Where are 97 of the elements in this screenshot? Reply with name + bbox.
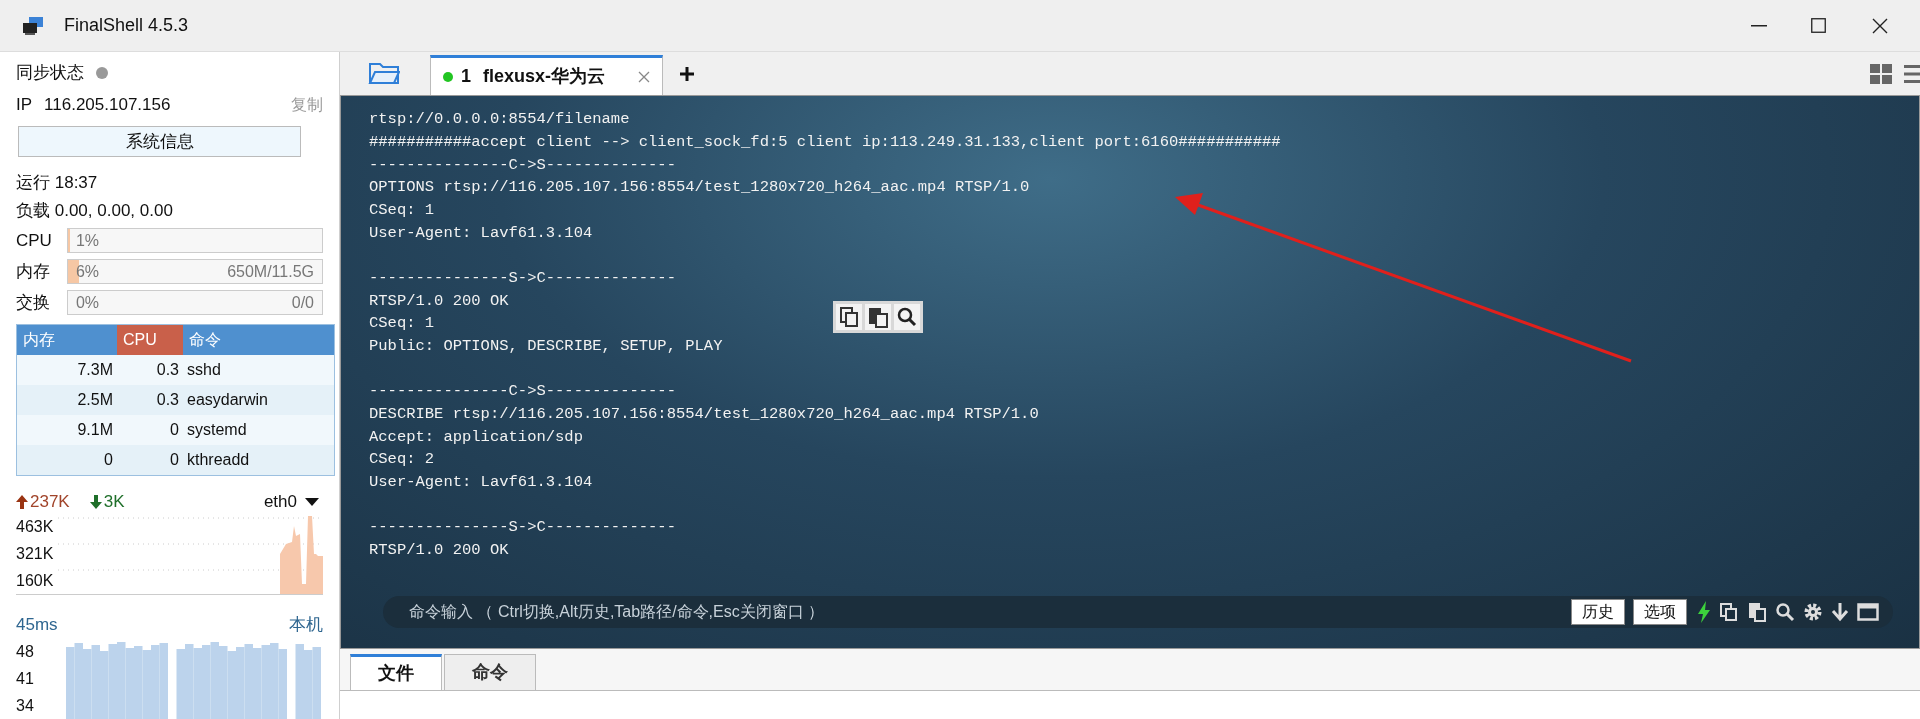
tab-number: 1 (461, 65, 471, 88)
tab-title: flexusx-华为云 (483, 65, 606, 88)
paste-icon[interactable] (1747, 602, 1767, 622)
table-cell-text: easydarwin (186, 390, 269, 410)
paste-icon[interactable] (865, 304, 891, 330)
terminal-line: ---------------S->C-------------- (369, 267, 676, 289)
latency-bar (142, 650, 151, 719)
table-cell-text: 0 (169, 450, 180, 470)
axis-label: 41 (16, 670, 35, 688)
ip-label: IP (16, 94, 33, 117)
terminal-line: ###########accept client --> client_sock_fd:5 client ip:113.249.31.133,client port:6160########### (369, 131, 1281, 153)
terminal-line: ---------------C->S-------------- (369, 380, 676, 402)
caret-icon (305, 498, 319, 506)
meter-label: 内存 (16, 260, 51, 283)
meter-label: CPU (16, 229, 53, 252)
load-average-text: 负载 0.00, 0.00, 0.00 (16, 200, 174, 222)
app-icon (22, 15, 44, 36)
system-info-button[interactable]: 系统信息 (18, 125, 301, 157)
maximize-icon[interactable] (1811, 18, 1826, 33)
axis-label: 463K (16, 518, 55, 537)
table-cell-text: 0.3 (155, 360, 180, 380)
latency-bar (312, 647, 321, 719)
terminal-line: CSeq: 1 (369, 313, 435, 335)
terminal-line: CSeq: 1 (369, 200, 435, 222)
axis-label: 34 (16, 696, 35, 715)
latency-bar (83, 649, 92, 719)
command-input[interactable]: 命令输入 （ Ctrl切换,Alt历史,Tab路径/命令,Esc关闭窗口 ） (409, 600, 825, 624)
latency-bar (66, 647, 75, 719)
upload-arrow-icon (16, 495, 28, 509)
latency-bar (125, 648, 134, 719)
download-arrow-icon (89, 495, 102, 509)
table-cell-text: kthreadd (186, 450, 251, 470)
session-tab[interactable]: 1 flexusx-华为云 (430, 55, 663, 95)
table-cell-text: 7.3M (76, 360, 114, 380)
column-header[interactable]: CPU (117, 325, 183, 355)
grid-view-icon[interactable] (1870, 64, 1892, 84)
terminal-line: User-Agent: Lavf61.3.104 (369, 223, 593, 244)
upload-rate: 237K (30, 491, 70, 514)
search-icon[interactable] (894, 304, 920, 330)
latency-bar (227, 651, 236, 719)
panel-tab[interactable]: 文件 (350, 654, 442, 690)
down-arrow-icon[interactable] (1831, 602, 1849, 622)
table-cell-text: sshd (186, 360, 222, 380)
terminal-line: CSeq: 2 (369, 449, 435, 471)
latency-bar (304, 650, 313, 719)
folder-icon[interactable] (368, 61, 400, 85)
panel-tab[interactable]: 命令 (444, 654, 536, 690)
window-title: FinalShell 4.5.3 (64, 14, 189, 37)
table-cell-text: 0.3 (155, 390, 180, 410)
meter-label: 交换 (16, 291, 51, 314)
ip-address: 116.205.107.156 (44, 94, 171, 117)
terminal-line: Public: OPTIONS, DESCRIBE, SETUP, PLAY (369, 336, 723, 358)
terminal-line: ---------------S->C-------------- (369, 516, 676, 538)
latency-bar (236, 647, 245, 719)
minimize-icon[interactable] (1751, 24, 1767, 27)
axis-label: 48 (16, 643, 35, 662)
terminal-line: rtsp://0.0.0.0:8554/filename (369, 109, 630, 130)
lightning-icon[interactable] (1697, 601, 1711, 623)
table-cell-text: 9.1M (76, 420, 114, 440)
sync-status-label: 同步状态 (16, 62, 84, 85)
terminal-line: OPTIONS rtsp://116.205.107.156:8554/test_1280x720_h264_aac.mp4 RTSP/1.0 (369, 177, 1030, 199)
terminal-line: Accept: application/sdp (369, 426, 583, 448)
copy-icon[interactable] (1719, 602, 1739, 622)
terminal-line: ---------------C->S-------------- (369, 154, 676, 176)
meter-percent: 1% (75, 230, 99, 251)
uptime-text: 运行 18:37 (16, 172, 99, 194)
meter-detail: 0/0 (291, 292, 314, 313)
terminal-line: User-Agent: Lavf61.3.104 (369, 472, 593, 494)
meter-detail: 650M/11.5G (227, 261, 314, 282)
axis-label: 321K (16, 545, 55, 563)
latency-bar (193, 648, 202, 719)
settings-icon[interactable] (1803, 602, 1823, 622)
latency-bar (253, 648, 262, 719)
command-bar-button[interactable]: 历史 (1571, 599, 1625, 625)
terminal-line: DESCRIBE rtsp://116.205.107.156:8554/test_1280x720_h264_aac.mp4 RTSP/1.0 (369, 403, 1039, 425)
terminal-line: RTSP/1.0 200 OK (369, 539, 509, 561)
meter-percent: 0% (75, 292, 99, 313)
latency-bar (176, 649, 185, 719)
add-tab-icon[interactable] (679, 66, 695, 82)
table-cell-text: systemd (186, 420, 248, 440)
download-rate: 3K (103, 491, 125, 514)
latency-bar (100, 651, 109, 719)
copy-icon[interactable] (836, 304, 862, 330)
table-cell-text: 0 (103, 450, 114, 470)
terminal-line: RTSP/1.0 200 OK (369, 290, 509, 312)
close-icon[interactable] (1872, 17, 1888, 34)
latency-value: 45ms (16, 614, 58, 637)
search-icon[interactable] (1775, 602, 1795, 622)
axis-label: 160K (16, 571, 55, 590)
host-label: 本机 (289, 614, 323, 637)
table-cell-text: 2.5M (76, 390, 114, 410)
interface-dropdown[interactable]: eth0 (263, 489, 319, 515)
latency-bar (278, 649, 287, 719)
window-icon[interactable] (1857, 603, 1879, 621)
command-bar-button[interactable]: 选项 (1633, 599, 1687, 625)
table-cell-text: 0 (169, 420, 180, 440)
list-view-icon[interactable] (1904, 64, 1920, 84)
